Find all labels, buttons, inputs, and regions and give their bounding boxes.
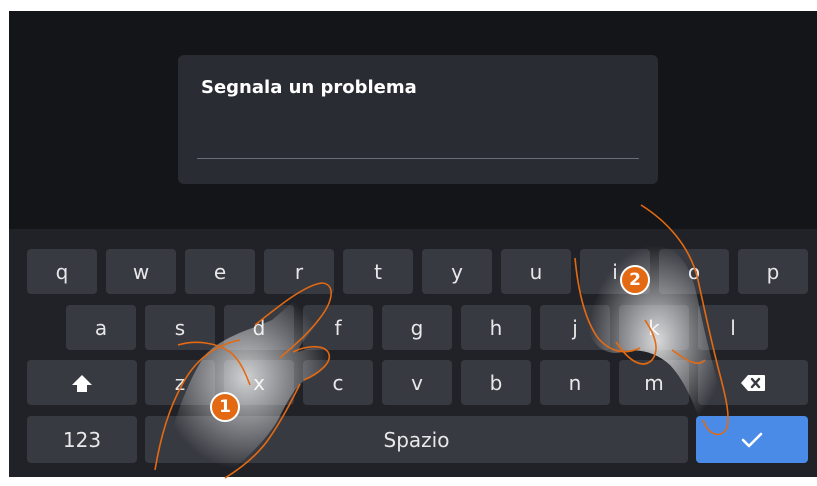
hand-2-icon [574,204,729,436]
step-1-badge: 1 [210,392,240,422]
step-2-badge: 2 [620,265,650,295]
tap-gesture-overlay [154,204,729,479]
hand-1-icon [154,282,332,479]
